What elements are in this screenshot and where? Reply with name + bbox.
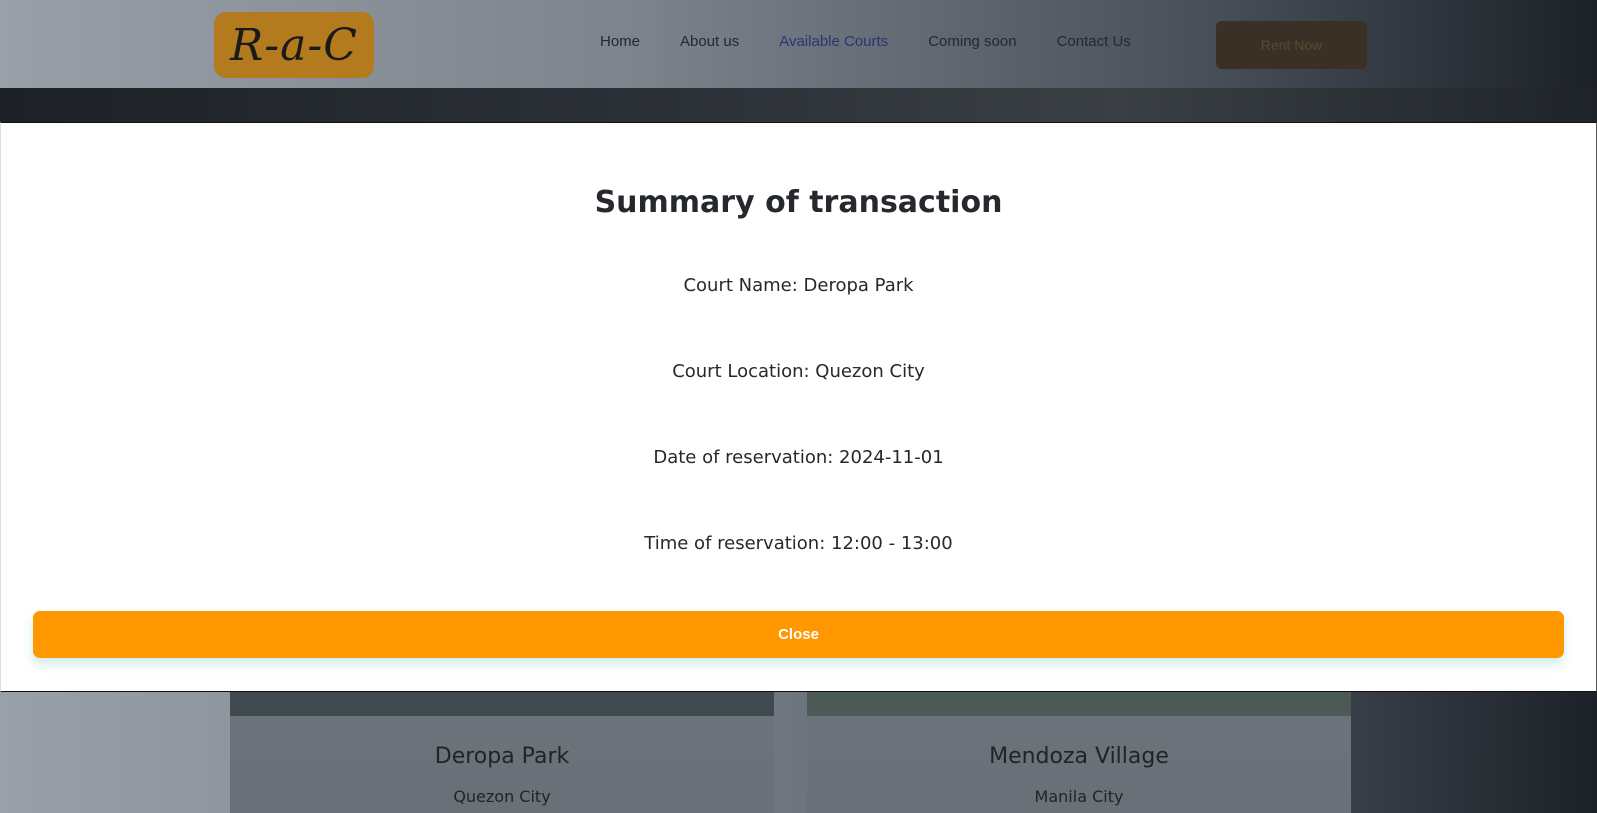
court-image [807,692,1351,716]
nav-link-about[interactable]: About us [680,33,739,50]
nav-link-contact[interactable]: Contact Us [1057,33,1131,50]
navbar: R-a-C Home About us Available Courts Com… [0,0,1597,88]
court-name-line: Court Name: Deropa Park [683,275,914,296]
site-logo[interactable]: R-a-C [214,12,374,78]
court-cards: Deropa Park Quezon City Mendoza Village … [230,692,1352,813]
transaction-summary-modal: Summary of transaction Court Name: Derop… [0,122,1597,692]
modal-title: Summary of transaction [594,185,1003,220]
nav-link-available-courts[interactable]: Available Courts [779,33,888,50]
reservation-date-line: Date of reservation: 2024-11-01 [653,447,944,468]
court-card-location: Quezon City [453,787,551,806]
court-card-title: Mendoza Village [989,744,1169,769]
nav-link-coming-soon[interactable]: Coming soon [928,33,1016,50]
reservation-time-line: Time of reservation: 12:00 - 13:00 [644,533,953,554]
court-location-line: Court Location: Quezon City [672,361,925,382]
nav-links: Home About us Available Courts Coming so… [600,33,1131,50]
court-card-title: Deropa Park [434,744,570,769]
rent-now-button[interactable]: Rent Now [1216,21,1367,69]
court-card-location: Manila City [1034,787,1124,806]
court-card[interactable]: Mendoza Village Manila City [807,692,1351,813]
court-image [230,692,774,716]
court-card[interactable]: Deropa Park Quezon City [230,692,774,813]
hero-image-strip [0,88,1597,124]
nav-link-home[interactable]: Home [600,33,640,50]
close-button[interactable]: Close [33,611,1564,658]
